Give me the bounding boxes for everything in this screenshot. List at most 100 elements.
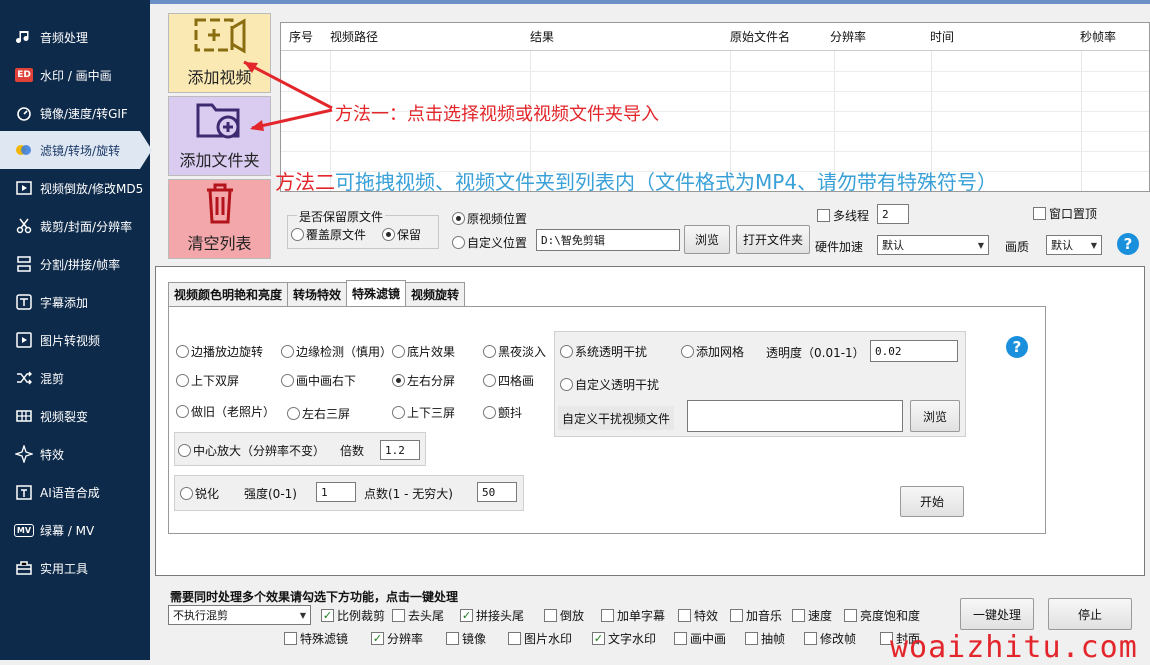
window-top-checkbox[interactable]: 窗口置顶 — [1033, 205, 1097, 222]
batch-option-checkbox[interactable]: 加单字幕 — [601, 607, 665, 624]
batch-option-checkbox[interactable]: 镜像 — [446, 630, 486, 647]
batch-option-checkbox[interactable]: 抽帧 — [745, 630, 785, 647]
checkbox-box — [674, 632, 687, 645]
points-input[interactable]: 50 — [477, 482, 517, 502]
one-click-process-button[interactable]: 一键处理 — [960, 598, 1034, 630]
overwrite-radio[interactable]: 覆盖原文件 — [291, 226, 366, 243]
column-header[interactable]: 视频路径 — [330, 28, 530, 45]
radio-circle — [681, 345, 694, 358]
sidebar-item-subtitle[interactable]: 字幕添加 — [0, 283, 150, 321]
mix-select[interactable]: 不执行混剪 ▼ — [168, 605, 311, 625]
filter-shake[interactable]: 颤抖 — [483, 404, 522, 421]
filter-edge-detect[interactable]: 边缘检测（慎用） — [281, 343, 392, 360]
tab-transitions[interactable]: 转场特效 — [287, 282, 348, 306]
sparkle-icon — [14, 444, 34, 464]
filter-old-photo[interactable]: 做旧（老照片） — [176, 403, 275, 420]
filter-pip-bottom-right[interactable]: 画中画右下 — [281, 372, 356, 389]
sidebar-item-filter[interactable]: 滤镜/转场/旋转 — [0, 131, 140, 169]
browse-output-button[interactable]: 浏览 — [684, 225, 730, 254]
column-header[interactable]: 分辨率 — [830, 28, 930, 45]
reverse-icon — [14, 178, 34, 198]
column-header[interactable]: 原始文件名 — [730, 28, 830, 45]
radio-circle — [382, 228, 395, 241]
filter-four-grid[interactable]: 四格画 — [483, 372, 534, 389]
filter-top-bottom-dual[interactable]: 上下双屏 — [176, 372, 239, 389]
checkbox-box — [392, 609, 405, 622]
batch-option-checkbox[interactable]: 速度 — [792, 607, 832, 624]
filter-rotate-while-playing[interactable]: 边播放边旋转 — [176, 343, 263, 360]
hw-accel-select[interactable]: 默认 ▼ — [877, 235, 989, 255]
batch-option-label: 加音乐 — [746, 609, 783, 623]
batch-option-checkbox[interactable]: 特效 — [678, 607, 718, 624]
multiplier-input[interactable]: 1.2 — [380, 440, 420, 460]
quality-select[interactable]: 默认 ▼ — [1046, 235, 1102, 255]
batch-option-checkbox[interactable]: 特殊滤镜 — [284, 630, 348, 647]
filter-help-icon[interactable]: ? — [1006, 336, 1028, 358]
batch-option-checkbox[interactable]: 亮度饱和度 — [844, 607, 920, 624]
method2-prefix: 方法二 — [275, 170, 335, 194]
filter-center-zoom[interactable]: 中心放大（分辨率不变） — [178, 442, 325, 459]
sidebar-item-image-video[interactable]: 图片转视频 — [0, 321, 150, 359]
tab-rotation[interactable]: 视频旋转 — [405, 282, 466, 306]
batch-option-checkbox[interactable]: ✓ 比例裁剪 — [321, 607, 385, 624]
sidebar-item-tools[interactable]: 实用工具 — [0, 549, 150, 587]
thread-count-input[interactable]: 2 — [877, 204, 909, 224]
batch-option-checkbox[interactable]: 修改帧 — [804, 630, 856, 647]
add-grid-radio[interactable]: 添加网格 — [681, 343, 744, 360]
orig-position-radio[interactable]: 原视频位置 — [452, 210, 527, 227]
batch-option-checkbox[interactable]: 倒放 — [544, 607, 584, 624]
radio-circle — [560, 378, 573, 391]
filter-sharpen[interactable]: 锐化 — [180, 485, 219, 502]
browse-noise-file-button[interactable]: 浏览 — [910, 400, 960, 432]
sidebar-item-effects[interactable]: 特效 — [0, 435, 150, 473]
sidebar-item-crop[interactable]: 裁剪/封面/分辨率 — [0, 207, 150, 245]
column-header[interactable]: 序号 — [281, 28, 330, 45]
open-folder-button[interactable]: 打开文件夹 — [736, 225, 810, 254]
filter-night-fade[interactable]: 黑夜淡入 — [483, 343, 546, 360]
filter-negative[interactable]: 底片效果 — [392, 343, 455, 360]
batch-option-checkbox[interactable]: ✓ 文字水印 — [592, 630, 656, 647]
filter-left-right-triple[interactable]: 左右三屏 — [287, 405, 350, 422]
tab-special-filters[interactable]: 特殊滤镜 — [346, 280, 407, 306]
sidebar-item-audio[interactable]: 音频处理 — [0, 18, 150, 56]
stop-button[interactable]: 停止 — [1048, 598, 1132, 630]
sidebar-item-reverse[interactable]: 视频倒放/修改MD5 — [0, 169, 150, 207]
sidebar-item-watermark[interactable]: ED 水印 / 画中画 — [0, 56, 150, 94]
batch-option-checkbox[interactable]: ✓ 分辨率 — [371, 630, 423, 647]
sidebar-item-fission[interactable]: 视频裂变 — [0, 397, 150, 435]
speed-icon — [14, 103, 34, 123]
sidebar-item-speed[interactable]: 镜像/速度/转GIF — [0, 94, 150, 132]
batch-option-checkbox[interactable]: 去头尾 — [392, 607, 444, 624]
column-header[interactable]: 时间 — [930, 28, 1080, 45]
radio-circle — [176, 405, 189, 418]
tab-color-brightness[interactable]: 视频颜色明艳和亮度 — [168, 282, 289, 306]
clear-list-button[interactable]: 清空列表 — [168, 179, 271, 259]
help-icon[interactable]: ? — [1117, 233, 1139, 255]
sidebar-item-mix[interactable]: 混剪 — [0, 359, 150, 397]
batch-option-checkbox[interactable]: 加音乐 — [730, 607, 782, 624]
opacity-input[interactable]: 0.02 — [870, 340, 958, 362]
sidebar-item-split[interactable]: 分割/拼接/帧率 — [0, 245, 150, 283]
file-list-header: 序号 视频路径 结果 原始文件名 分辨率 时间 秒帧率 — [281, 23, 1149, 51]
filter-top-bottom-triple[interactable]: 上下三屏 — [392, 404, 455, 421]
sidebar-item-mv[interactable]: MV 绿幕 / MV — [0, 511, 150, 549]
batch-option-checkbox[interactable]: 图片水印 — [508, 630, 572, 647]
filter-label: 四格画 — [498, 374, 535, 388]
radio-circle — [281, 374, 294, 387]
batch-option-checkbox[interactable]: 画中画 — [674, 630, 726, 647]
custom-noise-radio[interactable]: 自定义透明干扰 — [560, 376, 659, 393]
batch-option-checkbox[interactable]: ✓ 拼接头尾 — [460, 607, 524, 624]
batch-option-label: 画中画 — [690, 632, 727, 646]
custom-position-radio[interactable]: 自定义位置 — [452, 234, 527, 251]
strength-input[interactable]: 1 — [316, 482, 356, 502]
output-path-input[interactable]: D:\智免剪辑 — [536, 229, 680, 251]
keep-radio[interactable]: 保留 — [382, 226, 421, 243]
sys-noise-radio[interactable]: 系统透明干扰 — [560, 343, 647, 360]
multithread-checkbox[interactable]: 多线程 — [817, 207, 869, 224]
filter-left-right-split[interactable]: 左右分屏 — [392, 372, 455, 389]
column-header[interactable]: 结果 — [530, 28, 730, 45]
custom-noise-file-input[interactable] — [687, 400, 903, 432]
sidebar-item-ai-voice[interactable]: AI语音合成 — [0, 473, 150, 511]
start-button[interactable]: 开始 — [900, 486, 964, 517]
column-header[interactable]: 秒帧率 — [1080, 28, 1140, 45]
